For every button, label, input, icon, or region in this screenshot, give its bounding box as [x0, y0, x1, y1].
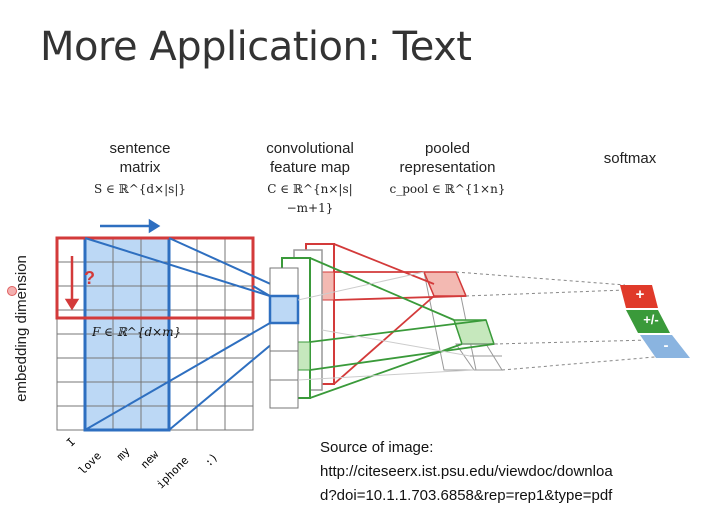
- cnn-diagram: [55, 218, 690, 432]
- image-source: Source of image: http://citeseerx.ist.ps…: [320, 436, 613, 508]
- softmax-negative-label: -: [663, 337, 669, 354]
- source-url-line2[interactable]: d?doi=10.1.1.703.6858&rep=rep1&type=pdf: [320, 484, 613, 508]
- filter-math: F ∈ ℝ^{d×m}: [92, 325, 182, 339]
- source-heading: Source of image:: [320, 439, 434, 456]
- slide-arrow-right: [100, 218, 161, 234]
- pooled-representation: [422, 271, 503, 371]
- slide-arrow-down: [64, 256, 80, 311]
- filter-mark: ?: [84, 268, 95, 288]
- conv-feature-map-front: [269, 267, 299, 409]
- softmax-positive-label: +: [635, 286, 645, 303]
- source-url-line1[interactable]: http://citeseerx.ist.psu.edu/viewdoc/dow…: [320, 460, 613, 484]
- softmax-neutral-label: +/-: [643, 312, 659, 327]
- conv-active-cell: [268, 294, 300, 325]
